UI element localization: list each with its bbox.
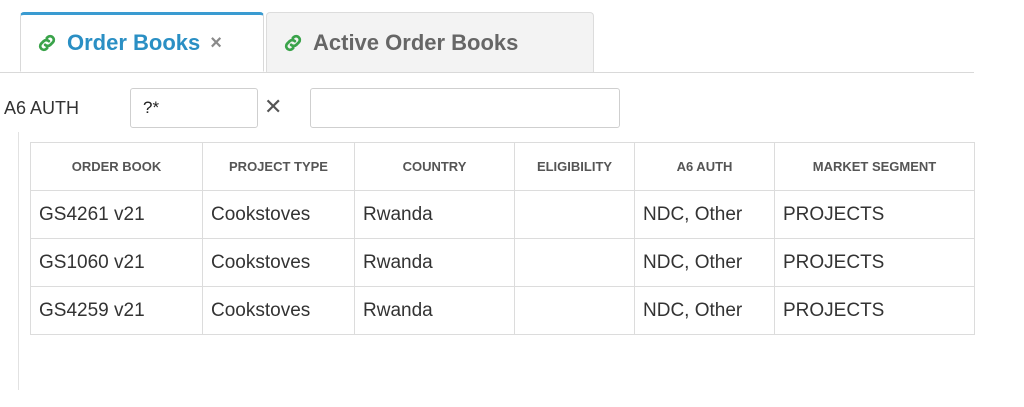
column-header-a6-auth[interactable]: A6 AUTH [634, 142, 775, 191]
filter-row: A6 AUTH ✕ [0, 86, 1024, 130]
a6-auth-filter-input[interactable] [130, 88, 258, 128]
tab-order-books[interactable]: Order Books × [20, 12, 264, 72]
cell-project-type: Cookstoves [202, 190, 355, 239]
column-header-project-type[interactable]: PROJECT TYPE [202, 142, 355, 191]
column-header-eligibility[interactable]: ELIGIBILITY [514, 142, 635, 191]
cell-market-segment: PROJECTS [774, 286, 975, 335]
tab-active-order-books[interactable]: Active Order Books [266, 12, 594, 72]
column-header-country[interactable]: COUNTRY [354, 142, 515, 191]
filter-label: A6 AUTH [4, 97, 80, 118]
panel-divider [18, 132, 19, 390]
link-icon [281, 31, 305, 55]
link-icon [35, 31, 59, 55]
tab-label: Active Order Books [313, 29, 519, 55]
cell-order-book: GS4259 v21 [30, 286, 203, 335]
cell-market-segment: PROJECTS [774, 190, 975, 239]
cell-eligibility [514, 238, 635, 287]
tab-label: Order Books [67, 30, 201, 55]
tab-bar: Order Books × Active Order Books [0, 0, 1024, 73]
cell-country: Rwanda [354, 286, 515, 335]
cell-a6-auth: NDC, Other [634, 286, 775, 335]
close-icon[interactable]: × [210, 32, 222, 55]
secondary-filter-input[interactable] [310, 88, 620, 128]
cell-a6-auth: NDC, Other [634, 190, 775, 239]
clear-filter-icon[interactable]: ✕ [264, 94, 282, 120]
column-header-market-segment[interactable]: MARKET SEGMENT [774, 142, 975, 191]
cell-a6-auth: NDC, Other [634, 238, 775, 287]
cell-market-segment: PROJECTS [774, 238, 975, 287]
cell-order-book: GS1060 v21 [30, 238, 203, 287]
cell-country: Rwanda [354, 190, 515, 239]
table-header-row: ORDER BOOK PROJECT TYPE COUNTRY ELIGIBIL… [30, 142, 975, 191]
cell-country: Rwanda [354, 238, 515, 287]
cell-order-book: GS4261 v21 [30, 190, 203, 239]
table-row[interactable]: GS1060 v21 Cookstoves Rwanda NDC, Other … [30, 238, 975, 287]
cell-project-type: Cookstoves [202, 238, 355, 287]
cell-eligibility [514, 286, 635, 335]
order-books-table: ORDER BOOK PROJECT TYPE COUNTRY ELIGIBIL… [30, 142, 975, 335]
column-header-order-book[interactable]: ORDER BOOK [30, 142, 203, 191]
cell-eligibility [514, 190, 635, 239]
table-row[interactable]: GS4261 v21 Cookstoves Rwanda NDC, Other … [30, 190, 975, 239]
cell-project-type: Cookstoves [202, 286, 355, 335]
table-row[interactable]: GS4259 v21 Cookstoves Rwanda NDC, Other … [30, 286, 975, 335]
